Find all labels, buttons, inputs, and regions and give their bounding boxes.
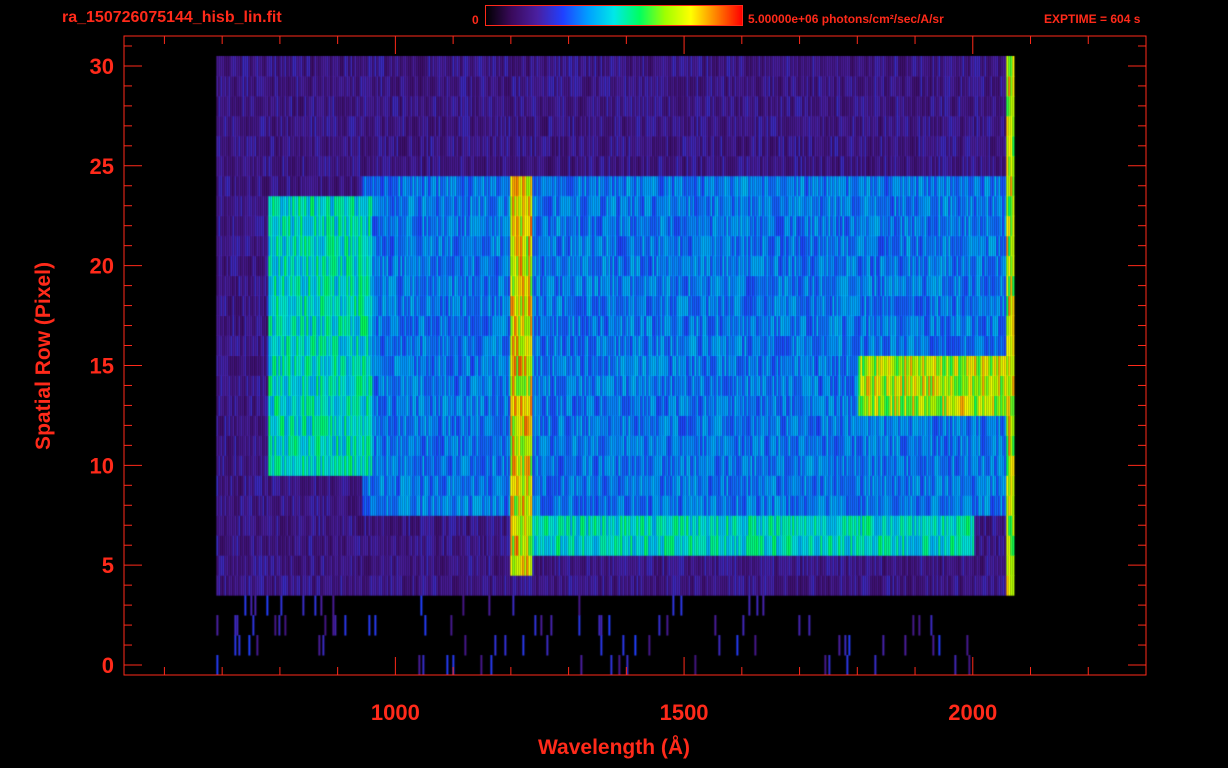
x-axis-label: Wavelength (Å) <box>538 736 691 759</box>
plot-frame <box>123 35 1147 676</box>
y-tick-label: 20 <box>90 254 114 279</box>
y-tick-label: 10 <box>90 453 114 478</box>
y-tick-label: 25 <box>90 154 114 179</box>
x-tick-label: 2000 <box>948 700 997 725</box>
plot-axes: 0 5 10 15 20 25 30 1000 1500 2000 <box>90 35 1147 725</box>
colorbar-max-label: 5.00000e+06 photons/cm²/sec/A/sr <box>748 12 944 26</box>
file-title: ra_150726075144_hisb_lin.fit <box>62 9 282 26</box>
colorbar-min-label: 0 <box>472 13 479 27</box>
y-tick-label: 15 <box>90 353 114 378</box>
x-tick-label: 1500 <box>660 700 709 725</box>
colorbar <box>485 5 743 26</box>
y-tick-label: 0 <box>102 653 114 678</box>
x-tick-label: 1000 <box>371 700 420 725</box>
y-tick-label: 5 <box>102 553 114 578</box>
y-axis-label: Spatial Row (Pixel) <box>32 262 55 450</box>
y-tick-label: 30 <box>90 54 114 79</box>
exposure-time: EXPTIME = 604 s <box>1044 12 1141 26</box>
